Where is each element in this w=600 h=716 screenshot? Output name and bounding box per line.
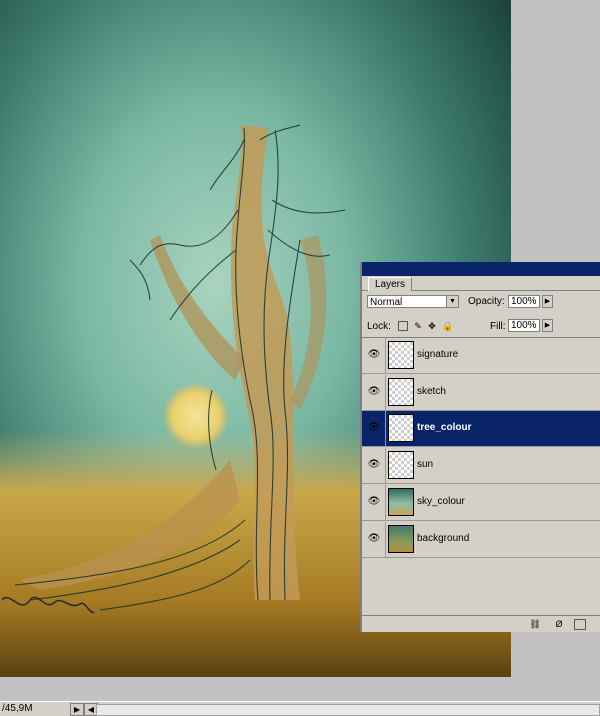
status-bar: /45,9M ▶ ◀ [0, 701, 600, 716]
layer-row-background[interactable]: 👁 background [362, 522, 600, 558]
eye-icon[interactable]: 👁 [366, 458, 382, 472]
link-icon[interactable]: ⛓ [528, 618, 542, 630]
opacity-label: Opacity: [468, 296, 505, 307]
fill-input[interactable]: 100% [508, 319, 540, 332]
layer-name: sketch [417, 386, 446, 397]
layer-row-signature[interactable]: 👁 signature [362, 338, 600, 374]
eye-icon[interactable]: 👁 [366, 421, 382, 435]
tab-layers[interactable]: Layers [368, 277, 413, 291]
layer-row-sketch[interactable]: 👁 sketch [362, 375, 600, 411]
layer-list: 👁 signature 👁 sketch 👁 tree_colour 👁 sun… [362, 337, 600, 616]
eye-icon[interactable]: 👁 [366, 532, 382, 546]
fx-icon[interactable]: Ø [552, 618, 566, 630]
layer-name: sun [417, 459, 434, 470]
layer-row-tree-colour[interactable]: 👁 tree_colour [362, 411, 600, 447]
lock-icon[interactable]: 🔒 [442, 321, 453, 331]
layer-name: sky_colour [417, 496, 465, 507]
layer-name: signature [417, 349, 459, 360]
blend-mode-select[interactable]: Normal ▼ [367, 295, 459, 308]
horizontal-scrollbar[interactable] [96, 704, 600, 716]
document-size: /45,9M [2, 703, 33, 714]
opacity-input[interactable]: 100% [508, 295, 540, 308]
layer-row-sun[interactable]: 👁 sun [362, 448, 600, 484]
layer-name: background [417, 533, 470, 544]
eye-icon[interactable]: 👁 [366, 495, 382, 509]
layer-thumbnail [388, 451, 414, 479]
layers-panel: Layers Normal ▼ Opacity: 100% ▶ Lock: ✎ … [360, 262, 600, 632]
layer-thumbnail [388, 378, 414, 406]
layer-thumbnail [388, 414, 414, 442]
lock-transparency-icon[interactable] [398, 321, 408, 331]
chevron-down-icon[interactable]: ▼ [446, 296, 458, 307]
mask-icon[interactable] [574, 619, 586, 630]
blend-mode-value: Normal [370, 297, 403, 308]
sun-shape [162, 382, 230, 450]
eye-icon[interactable]: 👁 [366, 385, 382, 399]
lock-label: Lock: [367, 321, 391, 332]
fill-slider-arrow-icon[interactable]: ▶ [542, 319, 553, 332]
layer-thumbnail [388, 525, 414, 553]
workspace-area-bottom [0, 677, 600, 701]
layer-row-sky-colour[interactable]: 👁 sky_colour [362, 485, 600, 521]
panel-footer: ⛓ Ø [362, 615, 600, 632]
panel-tab-row: Layers [362, 276, 600, 291]
brush-icon[interactable]: ✎ [413, 321, 423, 331]
eye-icon[interactable]: 👁 [366, 348, 382, 362]
layer-name: tree_colour [417, 422, 472, 433]
panel-titlebar[interactable] [362, 262, 600, 276]
opacity-slider-arrow-icon[interactable]: ▶ [542, 295, 553, 308]
play-icon[interactable]: ▶ [70, 703, 84, 716]
layer-thumbnail [388, 341, 414, 369]
layer-thumbnail [388, 488, 414, 516]
fill-label: Fill: [490, 321, 506, 332]
move-icon[interactable]: ✥ [427, 321, 437, 331]
